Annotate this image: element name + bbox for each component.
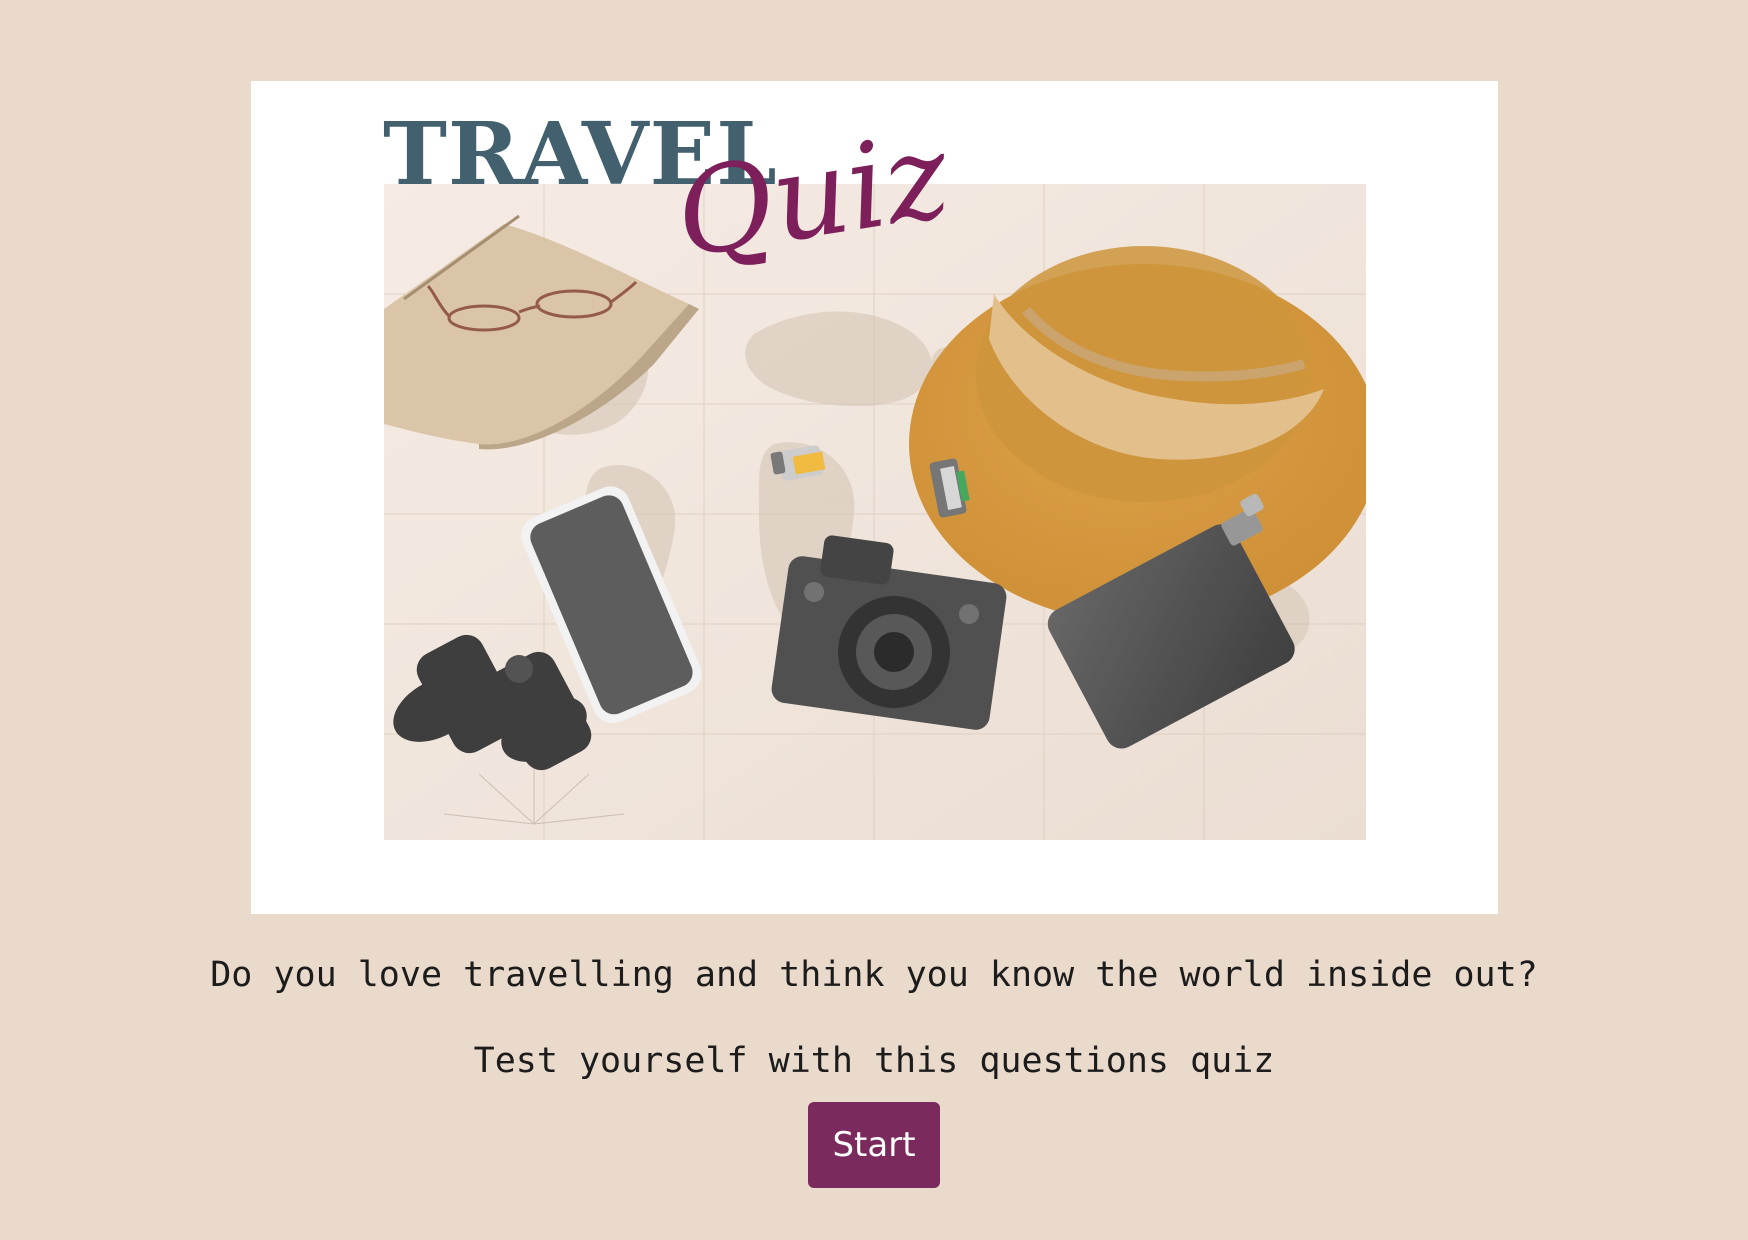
- start-button[interactable]: Start: [808, 1102, 940, 1188]
- intro-question-text: Do you love travelling and think you kno…: [210, 955, 1538, 995]
- intro-subtitle-text: Test yourself with this questions quiz: [473, 1041, 1275, 1081]
- travel-flatlay-photo: [384, 184, 1366, 840]
